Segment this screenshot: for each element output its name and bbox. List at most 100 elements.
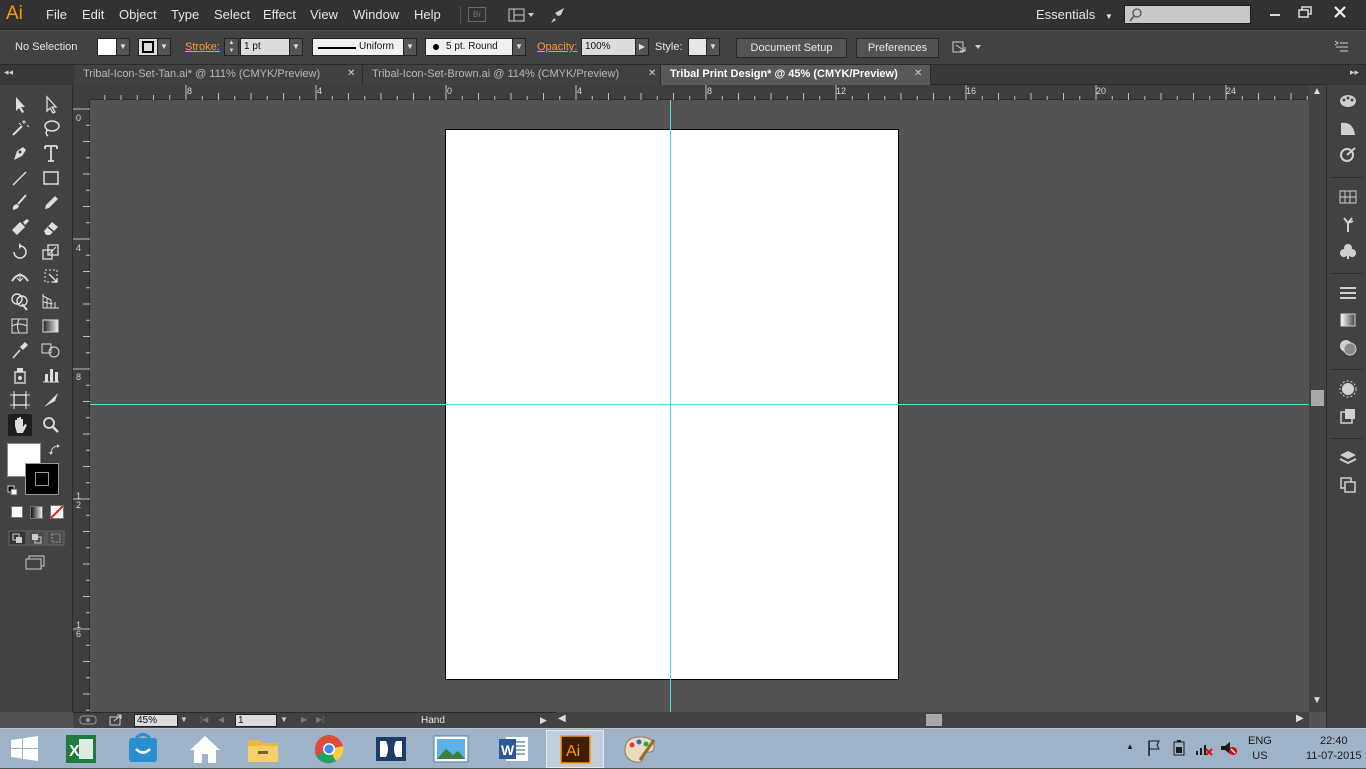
document-setup-button[interactable]: Document Setup (736, 38, 847, 58)
symbols-icon[interactable] (1339, 242, 1357, 260)
scale-tool-icon[interactable] (39, 241, 63, 263)
mesh-tool-icon[interactable] (8, 315, 32, 337)
direct-selection-tool-icon[interactable] (39, 93, 63, 115)
taskbar-chrome[interactable] (300, 730, 358, 768)
taskbar-photos[interactable] (422, 730, 480, 768)
preferences-button[interactable]: Preferences (856, 38, 939, 58)
menu-file[interactable]: File (46, 7, 67, 22)
gradient-tool-icon[interactable] (39, 315, 63, 337)
volume-muted-icon[interactable] (1219, 739, 1239, 757)
artboards-icon[interactable] (1339, 476, 1357, 494)
artboard-number-field[interactable]: 1 (235, 714, 277, 727)
swatches-icon[interactable] (1339, 188, 1357, 206)
shape-builder-tool-icon[interactable] (8, 290, 32, 312)
share-icon[interactable] (109, 714, 123, 726)
paintbrush-tool-icon[interactable] (8, 191, 32, 213)
panel-menu-icon[interactable] (1334, 40, 1350, 54)
system-clock[interactable]: 22:40 11-07-2015 (1306, 734, 1361, 764)
stroke-weight-dropdown[interactable]: ▼ (289, 38, 303, 56)
transform-options-icon[interactable] (951, 39, 985, 55)
menu-object[interactable]: Object (119, 7, 157, 22)
brushes-icon[interactable] (1339, 215, 1357, 233)
menu-edit[interactable]: Edit (82, 7, 104, 22)
stroke-swatch[interactable] (138, 38, 158, 56)
taskbar-paint[interactable] (610, 730, 668, 768)
gradient-panel-icon[interactable] (1339, 311, 1357, 329)
color-panel-icon[interactable] (1339, 92, 1357, 110)
horizontal-scrollbar[interactable]: ◀ ▶ (556, 712, 1309, 728)
layers-icon[interactable] (1339, 449, 1357, 467)
eyedropper-tool-icon[interactable] (8, 339, 32, 361)
color-guide-icon[interactable] (1339, 119, 1357, 137)
menu-type[interactable]: Type (171, 7, 199, 22)
bridge-button[interactable]: Br (468, 7, 486, 22)
action-center-flag-icon[interactable] (1146, 739, 1162, 757)
previous-artboard-icon[interactable]: ◀ (218, 715, 224, 724)
canvas[interactable] (90, 100, 1309, 712)
stroke-dropdown[interactable]: ▼ (157, 38, 171, 56)
stroke-stepper[interactable]: ▲ ▼ (224, 38, 239, 56)
graphic-style-swatch[interactable] (688, 38, 708, 56)
menu-help[interactable]: Help (414, 7, 441, 22)
restore-icon[interactable] (1296, 4, 1314, 20)
menu-select[interactable]: Select (214, 7, 250, 22)
taskbar-word[interactable]: W (486, 730, 544, 768)
scroll-right-icon[interactable]: ▶ (1296, 713, 1304, 724)
close-tab-icon[interactable]: ✕ (347, 68, 355, 79)
first-artboard-icon[interactable]: |◀ (200, 715, 208, 724)
stroke-color-swatch[interactable] (25, 463, 59, 495)
magic-wand-tool-icon[interactable] (8, 117, 32, 139)
taskbar-excel[interactable]: X (52, 730, 110, 768)
pen-tool-icon[interactable] (8, 142, 32, 164)
kuler-icon[interactable] (1339, 146, 1357, 164)
scroll-down-icon[interactable]: ▼ (1312, 695, 1322, 706)
horizontal-scroll-thumb[interactable] (926, 714, 942, 726)
none-mode-icon[interactable] (50, 505, 64, 519)
stroke-weight-field[interactable]: 1 pt (240, 38, 290, 56)
help-search-input[interactable] (1124, 5, 1251, 24)
brush-definition[interactable]: 5 pt. Round (425, 38, 513, 56)
perspective-grid-tool-icon[interactable] (39, 290, 63, 312)
type-tool-icon[interactable] (39, 142, 63, 164)
gpu-performance-icon[interactable] (550, 6, 570, 24)
column-graph-tool-icon[interactable] (39, 364, 63, 386)
close-tab-icon[interactable]: ✕ (914, 68, 922, 79)
vertical-ruler[interactable]: 0 4 8 1 2 1 6 (73, 100, 90, 712)
menu-view[interactable]: View (310, 7, 338, 22)
hand-tool-icon[interactable] (8, 414, 32, 436)
next-artboard-icon[interactable]: ▶ (301, 715, 307, 724)
zoom-tool-icon[interactable] (39, 414, 63, 436)
tab-tribal-icon-set-tan[interactable]: Tribal-Icon-Set-Tan.ai* @ 111% (CMYK/Pre… (74, 65, 363, 85)
expand-panels-icon[interactable]: ▸▸ (1350, 67, 1359, 78)
network-disconnected-icon[interactable] (1194, 739, 1214, 757)
appearance-icon[interactable] (1339, 380, 1357, 398)
fill-dropdown[interactable]: ▼ (116, 38, 130, 56)
color-mode-button[interactable] (11, 506, 23, 518)
profile-dropdown[interactable]: ▼ (403, 38, 417, 56)
swap-fill-stroke-icon[interactable] (48, 443, 62, 457)
taskbar-store[interactable] (114, 730, 172, 768)
menu-window[interactable]: Window (353, 7, 399, 22)
blend-tool-icon[interactable] (39, 339, 63, 361)
artboard-tool-icon[interactable] (8, 389, 32, 411)
windows-start-icon[interactable] (10, 736, 40, 762)
free-transform-tool-icon[interactable] (39, 265, 63, 287)
close-tab-icon[interactable]: ✕ (648, 68, 656, 79)
minimize-icon[interactable] (1266, 4, 1284, 20)
close-window-icon[interactable] (1331, 3, 1349, 21)
stroke-label[interactable]: Stroke: (185, 41, 220, 53)
collapse-toolbox-icon[interactable]: ◂◂ (4, 67, 13, 78)
brush-dropdown[interactable]: ▼ (512, 38, 526, 56)
horizontal-guide[interactable] (90, 404, 1309, 405)
toolbox-header[interactable]: ◂◂ (0, 65, 74, 85)
show-hidden-icons[interactable]: ▲ (1126, 742, 1134, 751)
taskbar-file-explorer[interactable] (234, 730, 292, 768)
zoom-dropdown-icon[interactable]: ▼ (180, 715, 188, 724)
blob-brush-tool-icon[interactable] (8, 216, 32, 238)
selection-tool-icon[interactable] (8, 93, 32, 115)
battery-icon[interactable] (1170, 739, 1188, 757)
transparency-icon[interactable] (1339, 338, 1357, 356)
current-tool-status[interactable]: Hand (421, 715, 445, 726)
screen-mode-icon[interactable] (24, 555, 46, 571)
slice-tool-icon[interactable] (39, 389, 63, 411)
